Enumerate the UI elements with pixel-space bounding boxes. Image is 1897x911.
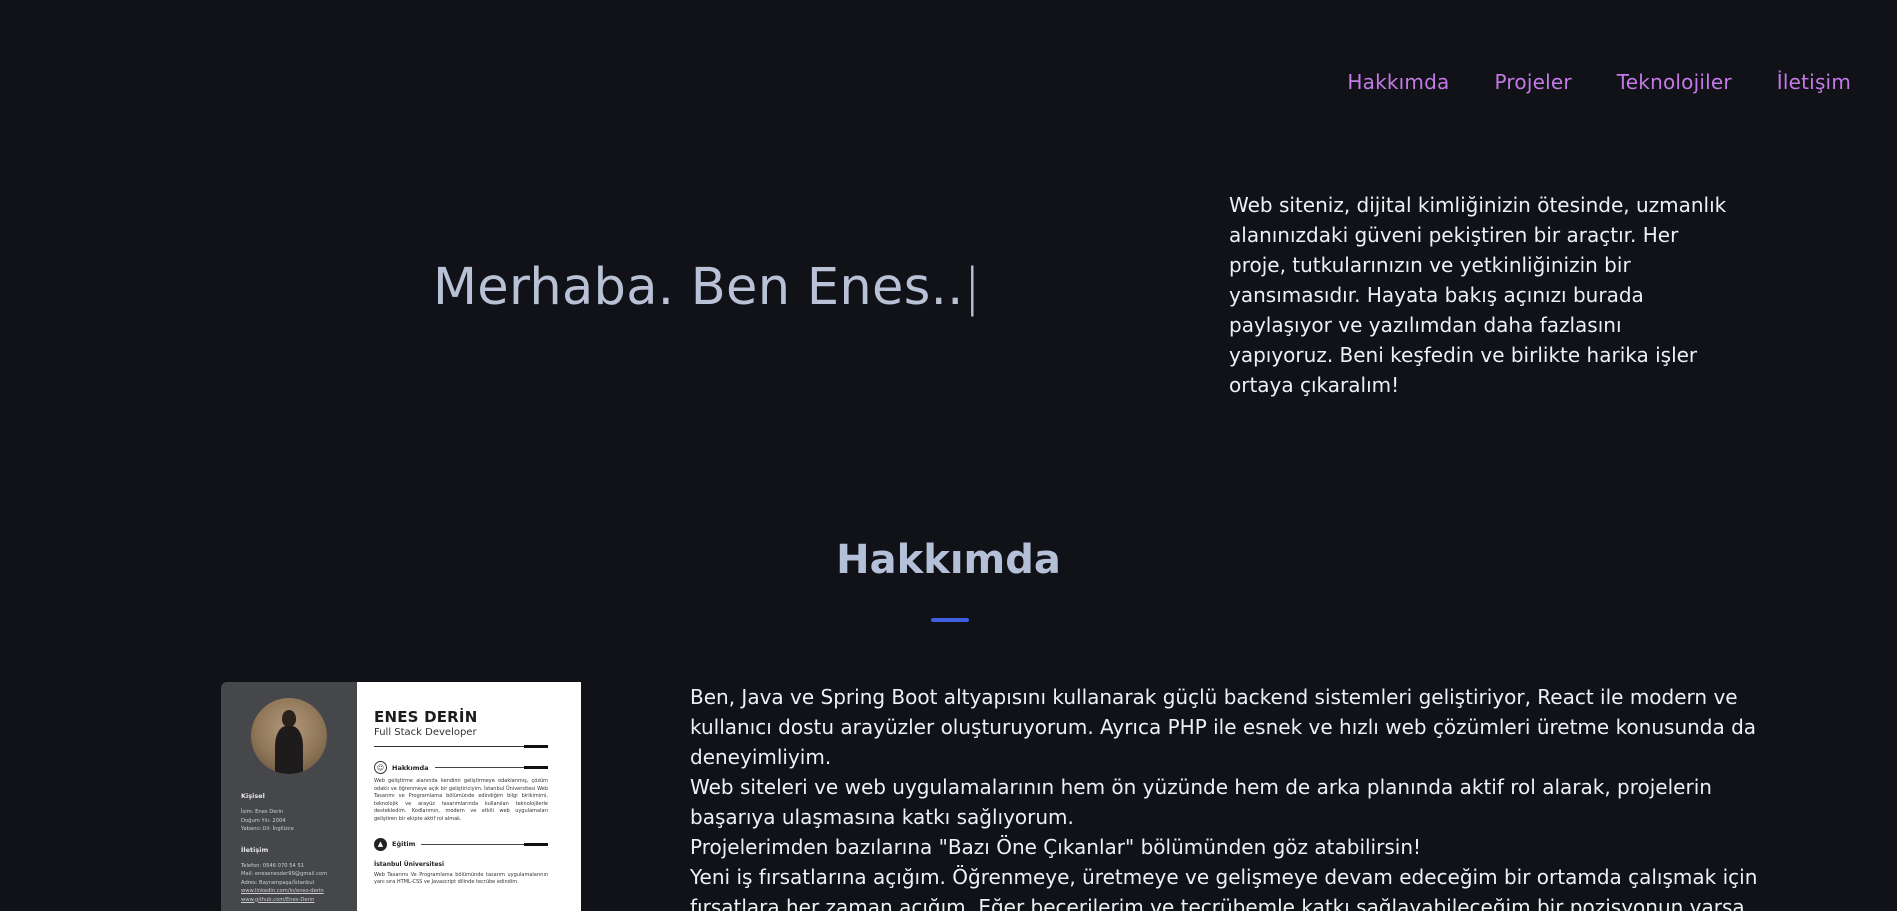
cv-personal-line: Yabancı Dil: İngilizce (241, 826, 294, 832)
nav-link-teknolojiler[interactable]: Teknolojiler (1617, 70, 1732, 94)
cv-sidebar: Kişisel İsim: Enes Derin Doğum Yılı: 200… (221, 682, 357, 911)
typing-cursor: | (963, 258, 982, 317)
nav-link-projeler[interactable]: Projeler (1494, 70, 1571, 94)
about-section-title: Hakkımda (836, 537, 1061, 583)
cv-personal-group: Kişisel İsim: Enes Derin Doğum Yılı: 200… (221, 792, 357, 834)
cv-education-header: ▲ Eğitim (374, 837, 548, 851)
cv-contact-line: Mail: enesenesder99@gmail.com (241, 871, 328, 877)
cv-divider (374, 745, 548, 748)
cv-main: ENES DERİN Full Stack Developer ☺ Hakkım… (357, 682, 581, 911)
cv-contact-line: Adres: Bayrampaşa/İstanbul (241, 879, 315, 886)
about-text: Ben, Java ve Spring Boot altyapısını kul… (690, 682, 1775, 911)
cv-contact-heading: İletişim (241, 845, 269, 854)
cv-section-rule (434, 766, 549, 769)
hero-title: Merhaba. Ben Enes..| (433, 258, 981, 317)
user-icon: ☺ (374, 761, 387, 774)
nav-link-hakkimda[interactable]: Hakkımda (1347, 70, 1449, 94)
section-title-underline (931, 618, 969, 622)
cv-personal-line: İsim: Enes Derin (241, 809, 284, 815)
top-nav: Hakkımda Projeler Teknolojiler İletişim (1347, 70, 1851, 94)
cv-about-heading: Hakkımda (392, 763, 429, 772)
nav-link-iletisim[interactable]: İletişim (1777, 70, 1851, 94)
about-paragraph: Ben, Java ve Spring Boot altyapısını kul… (690, 685, 1757, 769)
cv-github-link: www.github.com/Enes-Derin (241, 896, 315, 903)
hero-description: Web siteniz, dijital kimliğinizin ötesin… (1229, 193, 1727, 397)
about-paragraph: Yeni iş fırsatlarına açığım. Öğrenmeye, … (690, 865, 1758, 911)
cv-contact-group: İletişim Telefon: 0546 070 54 51 Mail: e… (221, 846, 357, 905)
about-paragraph: Projelerimden bazılarına "Bazı Öne Çıkan… (690, 835, 1422, 859)
cv-role: Full Stack Developer (374, 727, 477, 738)
cv-personal-heading: Kişisel (241, 792, 265, 800)
hero-title-text: Merhaba. Ben Enes.. (433, 258, 964, 317)
cv-contact-line: Telefon: 0546 070 54 51 (241, 862, 305, 869)
cv-section-rule (421, 842, 548, 846)
cv-school-text: Web Tasarımı Ve Programlama bölümünde ta… (374, 871, 548, 886)
cv-profile-photo (251, 698, 327, 774)
graduation-cap-icon: ▲ (374, 837, 387, 851)
cv-image: Kişisel İsim: Enes Derin Doğum Yılı: 200… (221, 682, 581, 911)
cv-about-text: Web geliştirme alanında kendimi geliştir… (374, 778, 548, 822)
cv-school-name: İstanbul Üniversitesi (374, 860, 445, 868)
cv-about-header: ☺ Hakkımda (374, 761, 549, 774)
about-paragraph: Web siteleri ve web uygulamalarının hem … (690, 775, 1712, 829)
cv-linkedin-link: www.linkedin.com/in/enes-derin (241, 888, 324, 894)
cv-education-heading: Eğitim (392, 840, 416, 849)
cv-name: ENES DERİN (374, 708, 478, 726)
page: Hakkımda Projeler Teknolojiler İletişim … (0, 0, 1897, 911)
cv-personal-line: Doğum Yılı: 2004 (241, 817, 286, 824)
